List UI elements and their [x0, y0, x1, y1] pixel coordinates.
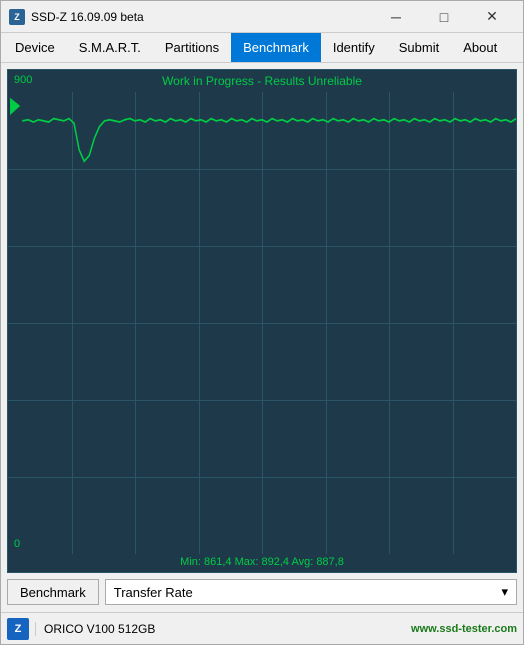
website-url: www.ssd-tester.com [411, 623, 517, 635]
main-window: Z SSD-Z 16.09.09 beta ─ □ ✕ Device S.M.A… [0, 0, 524, 645]
benchmark-chart: Work in Progress - Results Unreliable 90… [7, 69, 517, 573]
chart-stats: Min: 861,4 Max: 892,4 Avg: 887,8 [8, 556, 516, 568]
menu-item-identify[interactable]: Identify [321, 33, 387, 62]
dropdown-arrow-icon: ▾ [501, 584, 508, 600]
dropdown-value: Transfer Rate [114, 585, 193, 600]
bottom-controls: Benchmark Transfer Rate ▾ [7, 578, 517, 606]
main-content: Work in Progress - Results Unreliable 90… [1, 63, 523, 612]
device-name: ORICO V100 512GB [35, 622, 405, 636]
minimize-button[interactable]: ─ [373, 3, 419, 31]
transfer-rate-dropdown[interactable]: Transfer Rate ▾ [105, 579, 517, 605]
titlebar: Z SSD-Z 16.09.09 beta ─ □ ✕ [1, 1, 523, 33]
statusbar: Z ORICO V100 512GB www.ssd-tester.com [1, 612, 523, 644]
status-icon-label: Z [15, 623, 22, 635]
chart-title: Work in Progress - Results Unreliable [8, 74, 516, 88]
maximize-button[interactable]: □ [421, 3, 467, 31]
chart-waveform [8, 92, 516, 554]
window-title: SSD-Z 16.09.09 beta [31, 10, 373, 24]
menu-item-about[interactable]: About [451, 33, 509, 62]
menu-item-benchmark[interactable]: Benchmark [231, 33, 321, 62]
benchmark-button[interactable]: Benchmark [7, 579, 99, 605]
app-icon-label: Z [14, 12, 20, 22]
menu-item-submit[interactable]: Submit [387, 33, 451, 62]
close-button[interactable]: ✕ [469, 3, 515, 31]
status-icon: Z [7, 618, 29, 640]
window-controls: ─ □ ✕ [373, 3, 515, 31]
menubar: Device S.M.A.R.T. Partitions Benchmark I… [1, 33, 523, 63]
menu-item-device[interactable]: Device [3, 33, 67, 62]
menu-item-smart[interactable]: S.M.A.R.T. [67, 33, 153, 62]
menu-item-partitions[interactable]: Partitions [153, 33, 231, 62]
app-icon: Z [9, 9, 25, 25]
